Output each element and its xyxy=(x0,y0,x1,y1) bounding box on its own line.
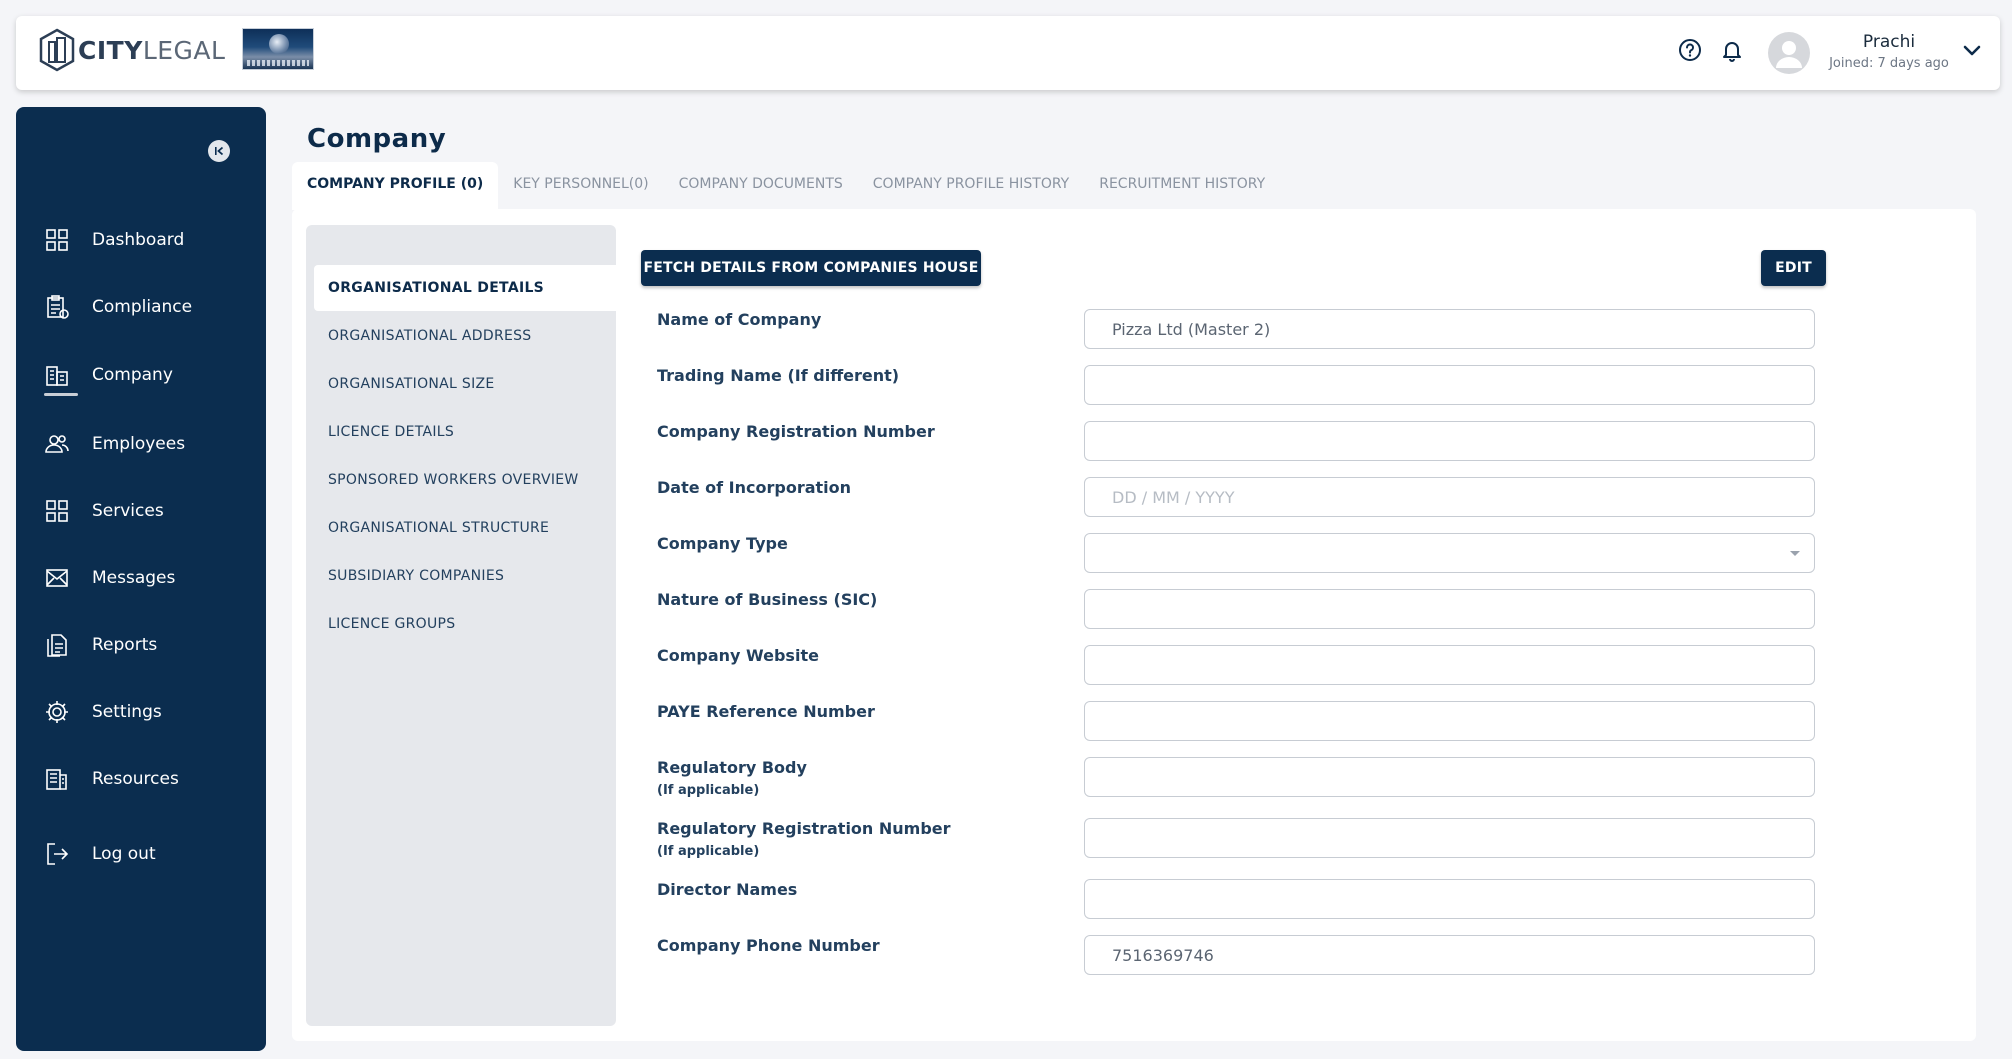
sidebar-item-settings[interactable]: Settings xyxy=(44,692,162,732)
sidebar: Dashboard Compliance Company Employees S… xyxy=(16,107,266,1051)
user-avatar[interactable] xyxy=(1768,32,1810,74)
sidebar-item-employees[interactable]: Employees xyxy=(44,424,185,464)
subnav-organisational-details[interactable]: ORGANISATIONAL DETAILS xyxy=(314,265,616,311)
company-type-select[interactable] xyxy=(1084,533,1815,573)
company-name-label: Name of Company xyxy=(657,310,822,329)
subnav-licence-details[interactable]: LICENCE DETAILS xyxy=(314,409,616,455)
document-icon xyxy=(47,634,67,657)
sidebar-item-company[interactable]: Company xyxy=(44,355,173,396)
sidebar-item-resources[interactable]: Resources xyxy=(44,759,179,799)
envelope-icon xyxy=(46,569,68,587)
library-icon xyxy=(46,769,67,790)
notification-bell-icon[interactable] xyxy=(1718,36,1746,64)
regulatory-registration-label: Regulatory Registration Number xyxy=(657,819,951,838)
regulatory-body-sublabel: (If applicable) xyxy=(657,783,760,798)
gear-icon xyxy=(46,701,68,723)
sidebar-item-logout[interactable]: Log out xyxy=(44,834,156,874)
director-names-field[interactable] xyxy=(1084,879,1815,919)
logo-mark-icon xyxy=(39,28,75,72)
tab-key-personnel[interactable]: KEY PERSONNEL(0) xyxy=(498,162,663,210)
brand-logo[interactable]: CITYLEGAL xyxy=(38,28,225,72)
users-icon xyxy=(45,435,69,453)
sidebar-item-reports[interactable]: Reports xyxy=(44,625,157,665)
registration-number-field[interactable] xyxy=(1084,421,1815,461)
sidebar-item-services[interactable]: Services xyxy=(44,491,164,531)
active-indicator xyxy=(44,393,78,396)
registration-number-label: Company Registration Number xyxy=(657,422,935,441)
phone-number-label: Company Phone Number xyxy=(657,936,880,955)
fetch-companies-house-button[interactable]: FETCH DETAILS FROM COMPANIES HOUSE xyxy=(641,250,981,286)
regulatory-body-field[interactable] xyxy=(1084,757,1815,797)
sic-field[interactable] xyxy=(1084,589,1815,629)
phone-number-field[interactable]: 7516369746 xyxy=(1084,935,1815,975)
website-field[interactable] xyxy=(1084,645,1815,685)
regulatory-body-label: Regulatory Body xyxy=(657,758,807,777)
user-joined-text: Joined: 7 days ago xyxy=(1829,56,1949,71)
help-icon[interactable] xyxy=(1676,36,1704,64)
subnav-organisational-size[interactable]: ORGANISATIONAL SIZE xyxy=(314,361,616,407)
regulatory-registration-field[interactable] xyxy=(1084,818,1815,858)
top-header: CITYLEGAL Prachi Joined: 7 days ago xyxy=(16,16,2000,90)
trading-name-label: Trading Name (If different) xyxy=(657,366,900,385)
sidebar-item-compliance[interactable]: Compliance xyxy=(44,287,192,327)
subnav-organisational-structure[interactable]: ORGANISATIONAL STRUCTURE xyxy=(314,505,616,551)
director-names-label: Director Names xyxy=(657,880,798,899)
clipboard-icon xyxy=(47,295,69,319)
website-label: Company Website xyxy=(657,646,819,665)
sic-label: Nature of Business (SIC) xyxy=(657,590,878,609)
grid-icon xyxy=(46,500,68,522)
regulatory-registration-sublabel: (If applicable) xyxy=(657,844,760,859)
company-type-label: Company Type xyxy=(657,534,788,553)
paye-label: PAYE Reference Number xyxy=(657,702,875,721)
subnav-sponsored-workers-overview[interactable]: SPONSORED WORKERS OVERVIEW xyxy=(314,457,616,503)
subnav-organisational-address[interactable]: ORGANISATIONAL ADDRESS xyxy=(314,313,616,359)
collapse-icon xyxy=(215,146,224,156)
caret-down-icon xyxy=(1790,551,1800,556)
tab-company-profile-history[interactable]: COMPANY PROFILE HISTORY xyxy=(858,162,1084,210)
tab-recruitment-history[interactable]: RECRUITMENT HISTORY xyxy=(1084,162,1280,210)
company-tabs: COMPANY PROFILE (0) KEY PERSONNEL(0) COM… xyxy=(292,162,1280,210)
chevron-down-icon[interactable] xyxy=(1960,38,1984,62)
sidebar-item-dashboard[interactable]: Dashboard xyxy=(44,220,184,260)
company-name-field[interactable]: Pizza Ltd (Master 2) xyxy=(1084,309,1815,349)
building-icon xyxy=(46,366,68,386)
profile-section-nav: ORGANISATIONAL DETAILS ORGANISATIONAL AD… xyxy=(306,225,616,1026)
sidebar-item-messages[interactable]: Messages xyxy=(44,558,175,598)
subnav-subsidiary-companies[interactable]: SUBSIDIARY COMPANIES xyxy=(314,553,616,599)
trading-name-field[interactable] xyxy=(1084,365,1815,405)
grid-icon xyxy=(46,229,68,251)
edit-button[interactable]: EDIT xyxy=(1761,250,1826,286)
tab-company-profile[interactable]: COMPANY PROFILE (0) xyxy=(292,162,499,210)
incorporation-date-field[interactable]: DD / MM / YYYY xyxy=(1084,477,1815,517)
collapse-sidebar-button[interactable] xyxy=(208,140,230,162)
brand-name: CITYLEGAL xyxy=(78,35,226,65)
subnav-licence-groups[interactable]: LICENCE GROUPS xyxy=(314,601,616,647)
logout-icon xyxy=(47,843,69,865)
accreditation-badge-image xyxy=(242,28,314,70)
user-name: Prachi xyxy=(1862,32,1916,52)
incorporation-date-label: Date of Incorporation xyxy=(657,478,852,497)
tab-company-documents[interactable]: COMPANY DOCUMENTS xyxy=(664,162,858,210)
page-title: Company xyxy=(307,124,447,154)
paye-field[interactable] xyxy=(1084,701,1815,741)
